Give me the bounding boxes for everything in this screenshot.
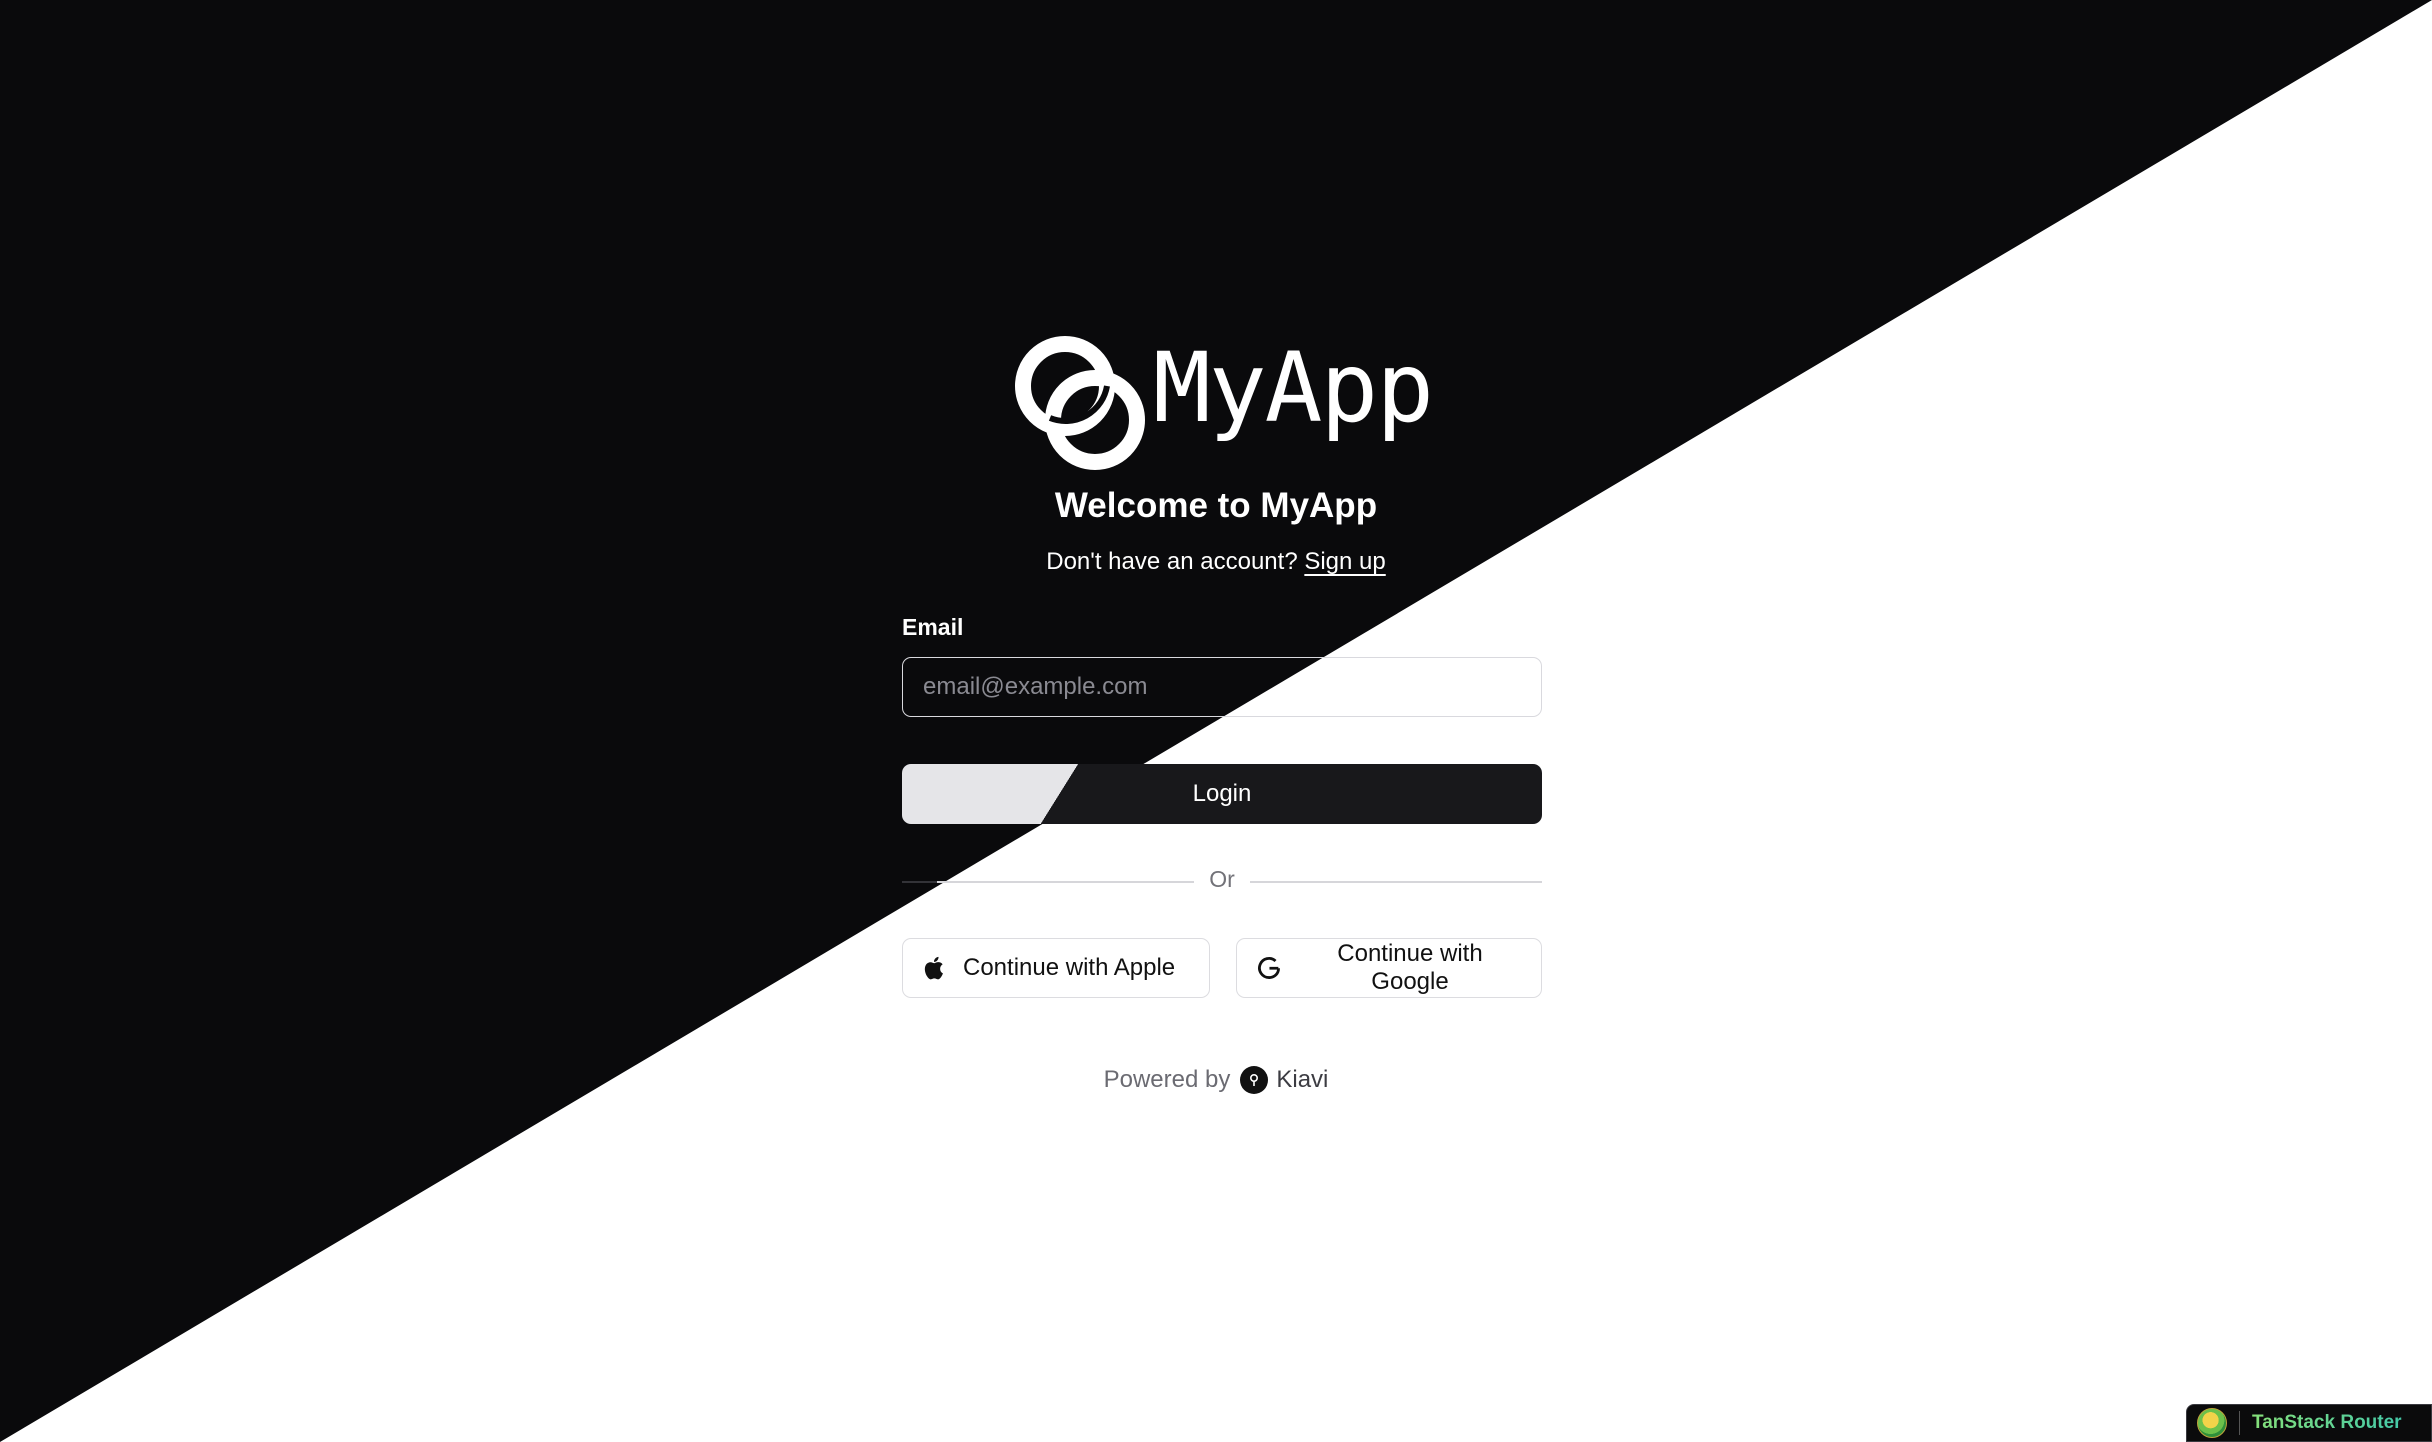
tanstack-logo-icon [2197,1408,2227,1438]
tanstack-router-devtools-toggle[interactable]: TanStack Router [2186,1404,2432,1442]
powered-by-text: Powered by [1103,1066,1231,1093]
signup-link[interactable]: Sign up [1304,548,1385,575]
kiavi-pin-icon [1240,1066,1269,1094]
apple-icon [921,954,949,982]
apple-button-label: Continue with Apple [963,954,1176,981]
linked-rings-icon [1015,336,1145,470]
email-label: Email [902,614,964,640]
powered-by: Powered by Kiavi [0,1066,2432,1094]
divider-line-right [1250,881,1542,883]
signup-prompt-text: Don't have an account? [1046,548,1298,575]
google-icon [1255,954,1283,982]
page-title: Welcome to MyApp [1054,486,1378,525]
continue-with-apple-button[interactable]: Continue with Apple [902,938,1210,998]
email-input[interactable] [902,657,1542,717]
login-page: MyApp Welcome to MyApp Don't have an acc… [0,0,2432,1442]
app-name: MyApp [1153,332,1434,444]
devtools-label: TanStack Router [2252,1412,2402,1433]
kiavi-brand-name: Kiavi [1276,1066,1329,1093]
devtools-separator [2239,1411,2240,1435]
login-button[interactable]: Login [902,764,1542,824]
or-divider: Or [902,866,1542,896]
login-form: Email [902,614,1542,717]
google-button-label: Continue with Google [1337,940,1483,995]
continue-with-google-button[interactable]: Continue with Google [1236,938,1542,998]
kiavi-brand[interactable]: Kiavi [1240,1066,1328,1094]
signup-prompt: Don't have an account? Sign up [0,548,2432,576]
app-logo: MyApp [1013,332,1434,470]
divider-text: Or [1209,866,1235,892]
